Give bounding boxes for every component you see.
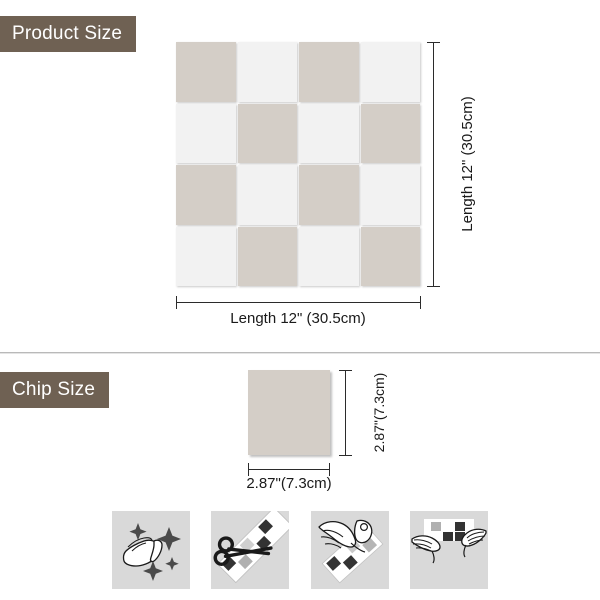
tile-cell (237, 42, 297, 102)
tile-cell (176, 165, 236, 225)
product-width-cap-left (176, 296, 177, 309)
chip-height-label: 2.87"(7.3cm) (371, 372, 387, 453)
section-divider (0, 352, 600, 353)
product-tile-grid (176, 42, 420, 286)
product-height-label: Length 12" (30.5cm) (459, 96, 476, 232)
chip-height-dimension-line (345, 370, 346, 455)
tile-cell (176, 103, 236, 163)
product-width-label: Length 12" (30.5cm) (230, 310, 366, 327)
step-cut-to-size (211, 511, 290, 589)
tile-cell (237, 165, 297, 225)
hands-peeling-backing-icon (318, 519, 384, 584)
product-height-cap-bottom (427, 286, 440, 287)
product-height-cap-top (427, 42, 440, 43)
tile-cell (299, 165, 359, 225)
installation-steps (112, 511, 488, 589)
tile-cell (176, 226, 236, 286)
product-width-dimension-line (176, 302, 420, 303)
tile-cell (360, 103, 420, 163)
step-press-to-wall (409, 511, 488, 589)
section-badge-chip-size: Chip Size (0, 372, 110, 408)
tile-cell (299, 226, 359, 286)
step-peel-backing (310, 511, 389, 589)
chip-width-dimension-line (248, 469, 330, 470)
chip-height-cap-top (339, 370, 352, 371)
tile-cell (237, 103, 297, 163)
step-clean-surface (112, 511, 190, 589)
tile-cell (360, 226, 420, 286)
tile-cell (299, 103, 359, 163)
hand-wiping-cloth-sparkles-icon (122, 523, 181, 581)
tile-cell (237, 226, 297, 286)
tile-cell (360, 42, 420, 102)
chip-width-label: 2.87"(7.3cm) (246, 475, 332, 492)
product-height-dimension-line (433, 42, 434, 286)
tile-cell (176, 42, 236, 102)
chip-height-cap-bottom (339, 455, 352, 456)
tile-cell (360, 165, 420, 225)
product-size-infographic: Product Size Length 12" (30.5cm) Length … (0, 0, 600, 600)
chip-tile-swatch (248, 370, 330, 455)
tile-cell (299, 42, 359, 102)
scissors-cutting-tile-strip-icon (213, 511, 290, 584)
product-width-cap-right (420, 296, 421, 309)
hands-pressing-tile-to-wall-icon (411, 519, 487, 564)
section-badge-product-size: Product Size (0, 16, 137, 52)
